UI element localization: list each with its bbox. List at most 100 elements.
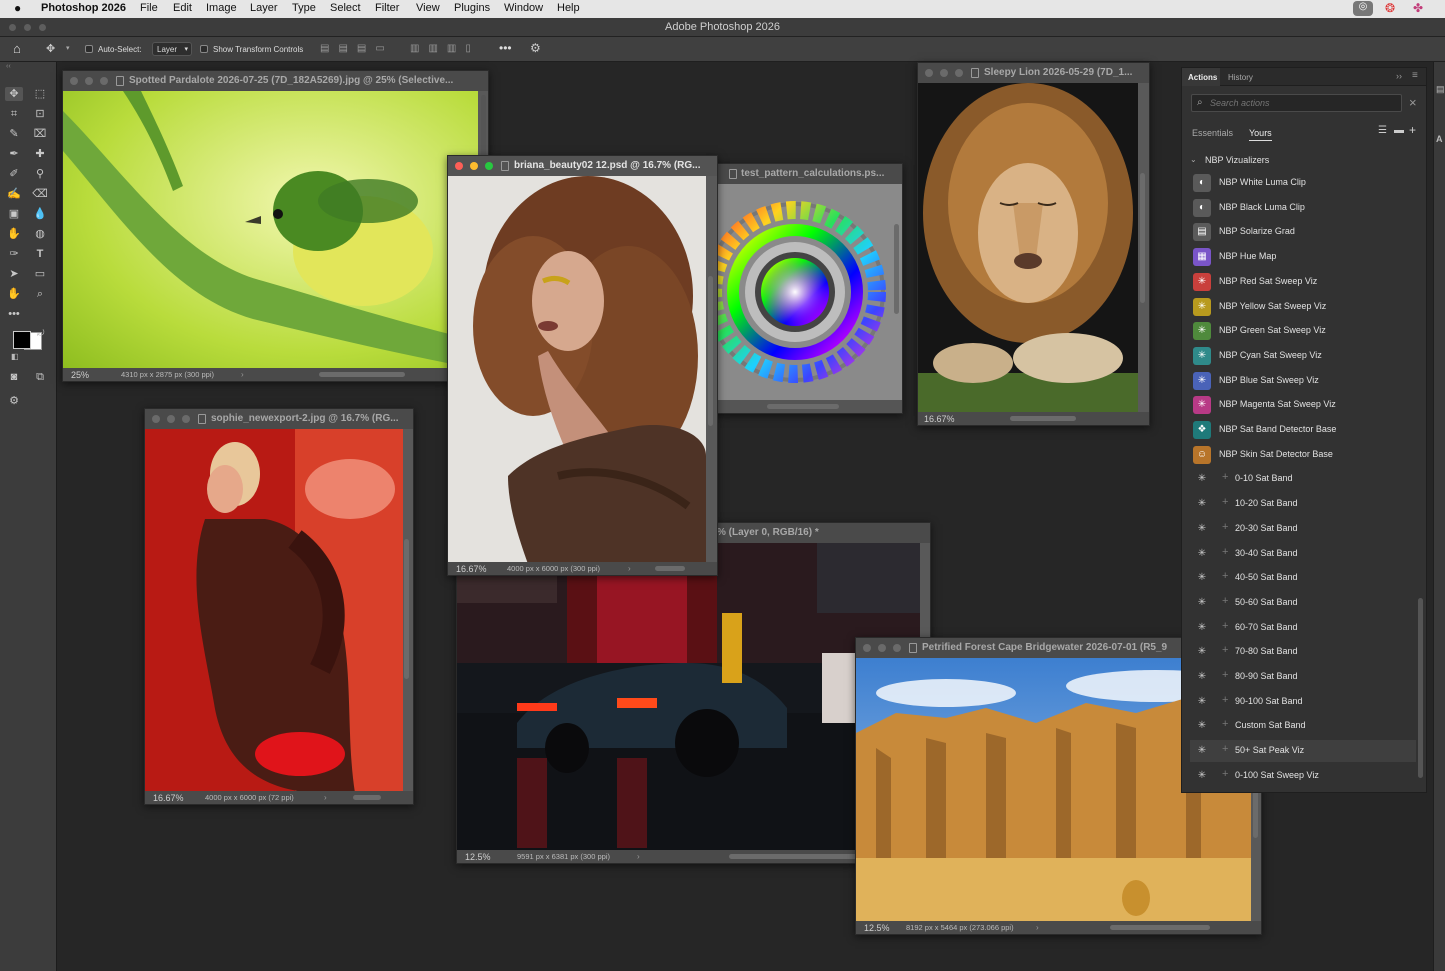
move-tool-icon[interactable]: ✥ — [5, 87, 23, 101]
add-icon[interactable]: + — [1409, 123, 1416, 137]
horizontal-scrollbar[interactable] — [1010, 416, 1076, 421]
action-item[interactable]: ◐ NBP White Luma Clip — [1190, 172, 1416, 194]
document-title-bar[interactable]: briana_beauty02 12.psd @ 16.7% (RG... — [448, 156, 717, 176]
menu-view[interactable]: View — [416, 2, 440, 14]
zoom-level[interactable]: 16.67% — [456, 563, 487, 575]
sort-icon[interactable]: ☰ — [1378, 125, 1387, 136]
crop-tool-icon[interactable]: ⌧ — [31, 127, 49, 141]
chevron-down-icon[interactable]: ▾ — [66, 44, 70, 52]
gear-icon[interactable]: ⚙ — [530, 41, 541, 55]
search-actions-field[interactable]: ⌕ — [1191, 94, 1402, 112]
horizontal-scrollbar[interactable] — [319, 372, 405, 377]
chevron-right-icon[interactable]: › — [628, 562, 631, 575]
clone-stamp-tool-icon[interactable]: ⚲ — [31, 167, 49, 181]
action-step-item[interactable]: ✳ +40-50 Sat Band — [1190, 567, 1416, 589]
rectangle-tool-icon[interactable]: ▭ — [31, 267, 49, 281]
distribute-buttons[interactable]: ▥▥▥▯ — [410, 43, 480, 54]
menu-plugins[interactable]: Plugins — [454, 2, 490, 14]
close-button[interactable] — [152, 415, 160, 423]
car-photo[interactable] — [457, 543, 920, 852]
zoom-button[interactable] — [955, 69, 963, 77]
menu-type[interactable]: Type — [292, 2, 316, 14]
window-zoom-button[interactable] — [39, 24, 46, 31]
menu-layer[interactable]: Layer — [250, 2, 278, 14]
action-step-item[interactable]: ✳ +10-20 Sat Band — [1190, 493, 1416, 515]
minimize-button[interactable] — [167, 415, 175, 423]
action-step-item[interactable]: ✳ + Custom Sat Band — [1190, 715, 1416, 737]
document-window-test-pattern[interactable]: test_pattern_calculations.ps... — [706, 163, 903, 414]
horizontal-scrollbar[interactable] — [655, 566, 685, 571]
vertical-scrollbar[interactable] — [404, 539, 409, 679]
menu-window[interactable]: Window — [504, 2, 543, 14]
document-window-lion[interactable]: Sleepy Lion 2026-05-29 (7D_1... 16.67% — [917, 62, 1150, 426]
action-item[interactable]: ✳ NBP Green Sat Sweep Viz — [1190, 320, 1416, 342]
action-item[interactable]: ✳ NBP Blue Sat Sweep Viz — [1190, 370, 1416, 392]
expand-step-icon[interactable]: + — [1222, 694, 1228, 706]
zoom-button[interactable] — [100, 77, 108, 85]
healing-brush-tool-icon[interactable]: ✚ — [31, 147, 49, 161]
panel-menu-icon[interactable]: ≡ — [1412, 70, 1418, 81]
pen-tool-icon[interactable]: ✑ — [5, 247, 23, 261]
action-item[interactable]: ▦ NBP Hue Map — [1190, 246, 1416, 268]
extension-icon[interactable]: ✤ — [1413, 1, 1423, 15]
action-item[interactable]: ✳ NBP Red Sat Sweep Viz — [1190, 271, 1416, 293]
more-options-icon[interactable]: ••• — [499, 41, 512, 55]
magic-wand-tool-icon[interactable]: ✎ — [5, 127, 23, 141]
generative-icon[interactable]: ⚙ — [5, 394, 23, 408]
character-panel-icon[interactable]: A — [1436, 134, 1443, 144]
minimize-button[interactable] — [878, 644, 886, 652]
marquee-tool-icon[interactable]: ⬚ — [31, 87, 49, 101]
auto-select-dropdown[interactable]: Layer ▾ — [152, 42, 192, 56]
tab-actions[interactable]: Actions — [1182, 68, 1220, 86]
zoom-level[interactable]: 16.67% — [924, 413, 955, 425]
expand-step-icon[interactable]: + — [1222, 595, 1228, 607]
menu-help[interactable]: Help — [557, 2, 580, 14]
creative-cloud-icon[interactable]: ❂ — [1385, 1, 1395, 15]
zoom-level[interactable]: 16.67% — [153, 792, 184, 804]
expand-step-icon[interactable]: + — [1222, 570, 1228, 582]
action-item[interactable]: ☺ NBP Skin Sat Detector Base — [1190, 444, 1416, 466]
expand-step-icon[interactable]: + — [1222, 496, 1228, 508]
chevron-right-icon[interactable]: › — [324, 791, 327, 804]
horizontal-scrollbar[interactable] — [729, 854, 859, 859]
action-item[interactable]: ✳ NBP Cyan Sat Sweep Viz — [1190, 345, 1416, 367]
home-icon[interactable]: ⌂ — [13, 41, 21, 56]
align-buttons[interactable]: ▤▤▤▭ — [320, 43, 394, 54]
sponge-tool-icon[interactable]: ◍ — [31, 227, 49, 241]
expand-step-icon[interactable]: + — [1222, 471, 1228, 483]
chevron-right-icon[interactable]: › — [1036, 921, 1039, 934]
object-select-tool-icon[interactable]: ⌗ — [5, 107, 23, 121]
fashion-photo[interactable] — [145, 429, 403, 793]
action-step-item[interactable]: ✳ +70-80 Sat Band — [1190, 641, 1416, 663]
hand-tool-icon[interactable]: ✋ — [5, 287, 23, 301]
expand-step-icon[interactable]: + — [1222, 644, 1228, 656]
action-step-item[interactable]: ✳ +90-100 Sat Band — [1190, 691, 1416, 713]
document-window-pardalote[interactable]: Spotted Pardalote 2026-07-25 (7D_182A526… — [62, 70, 489, 382]
expand-step-icon[interactable]: + — [1222, 768, 1228, 780]
chevron-right-icon[interactable]: › — [241, 368, 244, 381]
action-step-item[interactable]: ✳ +20-30 Sat Band — [1190, 518, 1416, 540]
action-item[interactable]: ◐ NBP Black Luma Clip — [1190, 197, 1416, 219]
screen-mode-icon[interactable]: ⧉ — [31, 370, 49, 384]
close-button[interactable] — [925, 69, 933, 77]
action-step-item[interactable]: ✳ +80-90 Sat Band — [1190, 666, 1416, 688]
close-icon[interactable]: × — [1409, 95, 1417, 110]
menu-edit[interactable]: Edit — [173, 2, 192, 14]
vertical-scrollbar[interactable] — [1140, 173, 1145, 303]
color-wheel-canvas[interactable] — [707, 184, 903, 402]
brush-tool-icon[interactable]: ✐ — [5, 167, 23, 181]
foreground-color-swatch[interactable] — [13, 331, 31, 349]
edit-toolbar-icon[interactable]: ••• — [5, 307, 23, 321]
collapse-panel-icon[interactable]: ›› — [1396, 71, 1402, 81]
menu-file[interactable]: File — [140, 2, 158, 14]
window-minimize-button[interactable] — [24, 24, 31, 31]
folder-icon[interactable]: ▬ — [1394, 125, 1404, 136]
action-step-item[interactable]: ✳ +0-100 Sat Sweep Viz — [1190, 765, 1416, 787]
apple-icon[interactable]: ● — [14, 1, 21, 15]
search-input[interactable] — [1210, 97, 1395, 109]
expand-step-icon[interactable]: + — [1222, 546, 1228, 558]
expand-step-icon[interactable]: + — [1222, 743, 1228, 755]
auto-select-checkbox[interactable] — [85, 45, 93, 53]
horizontal-scrollbar[interactable] — [1110, 925, 1210, 930]
zoom-button[interactable] — [182, 415, 190, 423]
